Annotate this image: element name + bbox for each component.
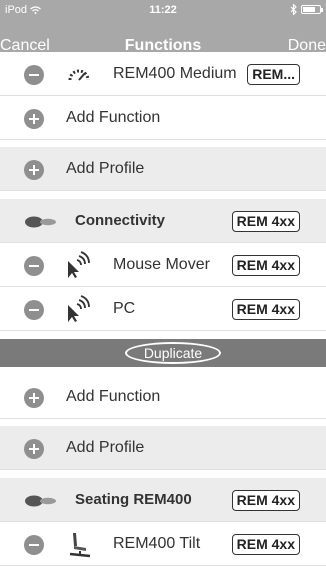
function-row-rem400-tilt[interactable]: REM400 Tilt REM 4xx xyxy=(0,522,326,566)
battery-icon xyxy=(301,5,323,14)
add-function-label: Add Function xyxy=(66,388,161,405)
delete-icon[interactable] xyxy=(24,256,44,276)
wireless-pointer-icon xyxy=(68,295,90,322)
device-badge: REM... xyxy=(247,64,300,85)
status-bar: iPod 11:22 xyxy=(0,0,326,22)
status-time: 11:22 xyxy=(149,4,177,16)
add-profile-label: Add Profile xyxy=(66,160,145,177)
profile-row-seating[interactable]: Seating REM400 REM 4xx xyxy=(0,478,326,522)
device-badge: REM 4xx xyxy=(231,211,300,232)
profile-toggle-icon xyxy=(25,495,56,507)
device-badge: REM 4xx xyxy=(231,299,300,320)
add-profile-row[interactable]: Add Profile xyxy=(0,147,326,191)
add-icon[interactable] xyxy=(24,439,44,459)
profile-row-connectivity[interactable]: Connectivity REM 4xx xyxy=(0,199,326,243)
delete-icon[interactable] xyxy=(24,535,44,555)
function-label: REM400 Tilt xyxy=(113,535,201,552)
function-row-mouse-mover[interactable]: Mouse Mover REM 4xx xyxy=(0,243,326,287)
add-function-row[interactable]: Add Function xyxy=(0,375,326,419)
device-badge: REM 4xx xyxy=(231,534,300,555)
delete-icon[interactable] xyxy=(24,65,44,85)
duplicate-bar: Duplicate xyxy=(0,339,326,367)
duplicate-button[interactable]: Duplicate xyxy=(125,342,221,364)
add-icon[interactable] xyxy=(24,160,44,180)
bluetooth-icon xyxy=(290,4,297,15)
profile-label: Connectivity xyxy=(75,212,166,229)
add-function-label: Add Function xyxy=(66,109,161,126)
delete-icon[interactable] xyxy=(24,300,44,320)
function-label: Mouse Mover xyxy=(113,256,210,273)
wireless-pointer-icon xyxy=(68,251,90,278)
add-icon[interactable] xyxy=(24,388,44,408)
function-label: PC xyxy=(113,300,136,317)
add-icon[interactable] xyxy=(24,109,44,129)
add-profile-label: Add Profile xyxy=(66,439,145,456)
status-right xyxy=(290,4,323,15)
profile-label: Seating REM400 xyxy=(75,491,192,508)
function-row-rem400-medium[interactable]: REM400 Medium REM... xyxy=(0,52,326,96)
profile-toggle-icon xyxy=(25,216,56,228)
add-profile-row[interactable]: Add Profile xyxy=(0,426,326,470)
battery-fill xyxy=(303,7,315,12)
add-function-row[interactable]: Add Function xyxy=(0,96,326,140)
seat-tilt-icon xyxy=(69,533,91,558)
function-label: REM400 Medium xyxy=(113,65,237,82)
gauge-icon xyxy=(68,69,90,81)
function-row-pc[interactable]: PC REM 4xx xyxy=(0,287,326,331)
device-badge: REM 4xx xyxy=(231,490,300,511)
device-badge: REM 4xx xyxy=(231,255,300,276)
